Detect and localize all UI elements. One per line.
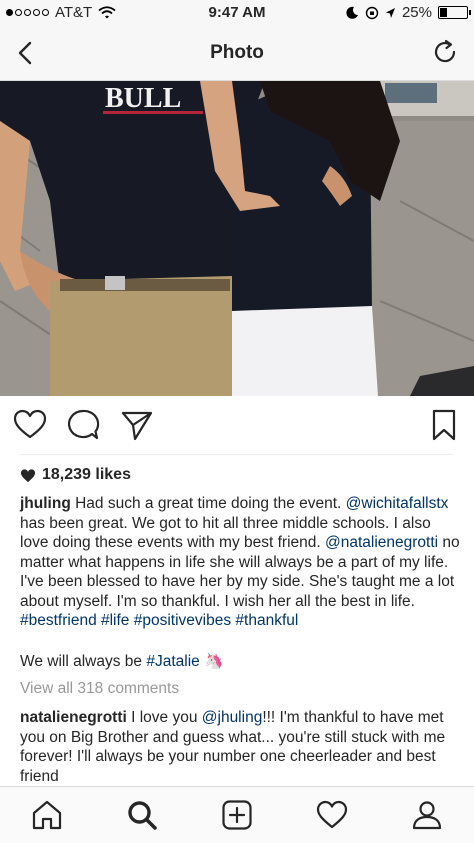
divider bbox=[20, 454, 454, 455]
activity-heart-icon[interactable] bbox=[316, 799, 348, 831]
send-icon[interactable] bbox=[120, 408, 154, 442]
add-post-icon[interactable] bbox=[221, 799, 253, 831]
search-icon[interactable] bbox=[126, 799, 158, 831]
comment-item: natalienegrotti I love you @jhuling!!! I… bbox=[20, 708, 460, 786]
hashtag-links[interactable]: #bestfriend #life #positivevibes #thankf… bbox=[20, 612, 298, 629]
comment-text: I love you bbox=[126, 709, 202, 726]
post-photo[interactable]: BULL bbox=[0, 81, 474, 396]
page-title: Photo bbox=[210, 42, 264, 63]
caption-text: Had such a great time doing the event. bbox=[70, 495, 346, 512]
refresh-icon[interactable] bbox=[432, 38, 460, 68]
profile-icon[interactable] bbox=[411, 799, 443, 831]
battery-icon bbox=[438, 6, 471, 19]
heart-filled-icon bbox=[20, 468, 36, 482]
svg-text:BULL: BULL bbox=[105, 83, 181, 114]
heart-icon[interactable] bbox=[13, 408, 47, 442]
nav-bar: Photo bbox=[0, 26, 474, 81]
mention-link[interactable]: @wichitafallstx bbox=[346, 495, 449, 512]
comment-username[interactable]: natalienegrotti bbox=[20, 709, 127, 726]
mention-link[interactable]: @natalienegrotti bbox=[325, 534, 438, 551]
comment-icon[interactable] bbox=[66, 408, 100, 442]
caption-second-line: We will always be #Jatalie 🦄 bbox=[20, 652, 460, 671]
view-all-comments-link[interactable]: View all 318 comments bbox=[20, 680, 179, 698]
status-bar: AT&T 9:47 AM 25% bbox=[0, 0, 474, 26]
likes-count[interactable]: 18,239 likes bbox=[20, 466, 131, 484]
caption-username[interactable]: jhuling bbox=[20, 495, 71, 512]
mention-link[interactable]: @jhuling bbox=[202, 709, 263, 726]
likes-label: 18,239 likes bbox=[42, 466, 131, 483]
battery-percent: 25% bbox=[401, 4, 432, 21]
unicorn-emoji: 🦄 bbox=[204, 653, 224, 670]
bookmark-icon[interactable] bbox=[427, 408, 461, 442]
photo-image: BULL bbox=[0, 81, 474, 396]
orientation-lock-icon bbox=[365, 6, 379, 19]
hashtag-link[interactable]: #Jatalie bbox=[146, 653, 199, 670]
moon-icon bbox=[346, 6, 358, 19]
post-actions bbox=[0, 406, 474, 446]
post-caption: jhuling Had such a great time doing the … bbox=[20, 494, 460, 631]
battery-level bbox=[440, 8, 447, 17]
caption-text: We will always be bbox=[20, 653, 147, 670]
home-icon[interactable] bbox=[31, 799, 63, 831]
tab-bar bbox=[0, 786, 474, 843]
location-icon bbox=[385, 7, 395, 18]
status-right: 25% bbox=[346, 4, 471, 21]
